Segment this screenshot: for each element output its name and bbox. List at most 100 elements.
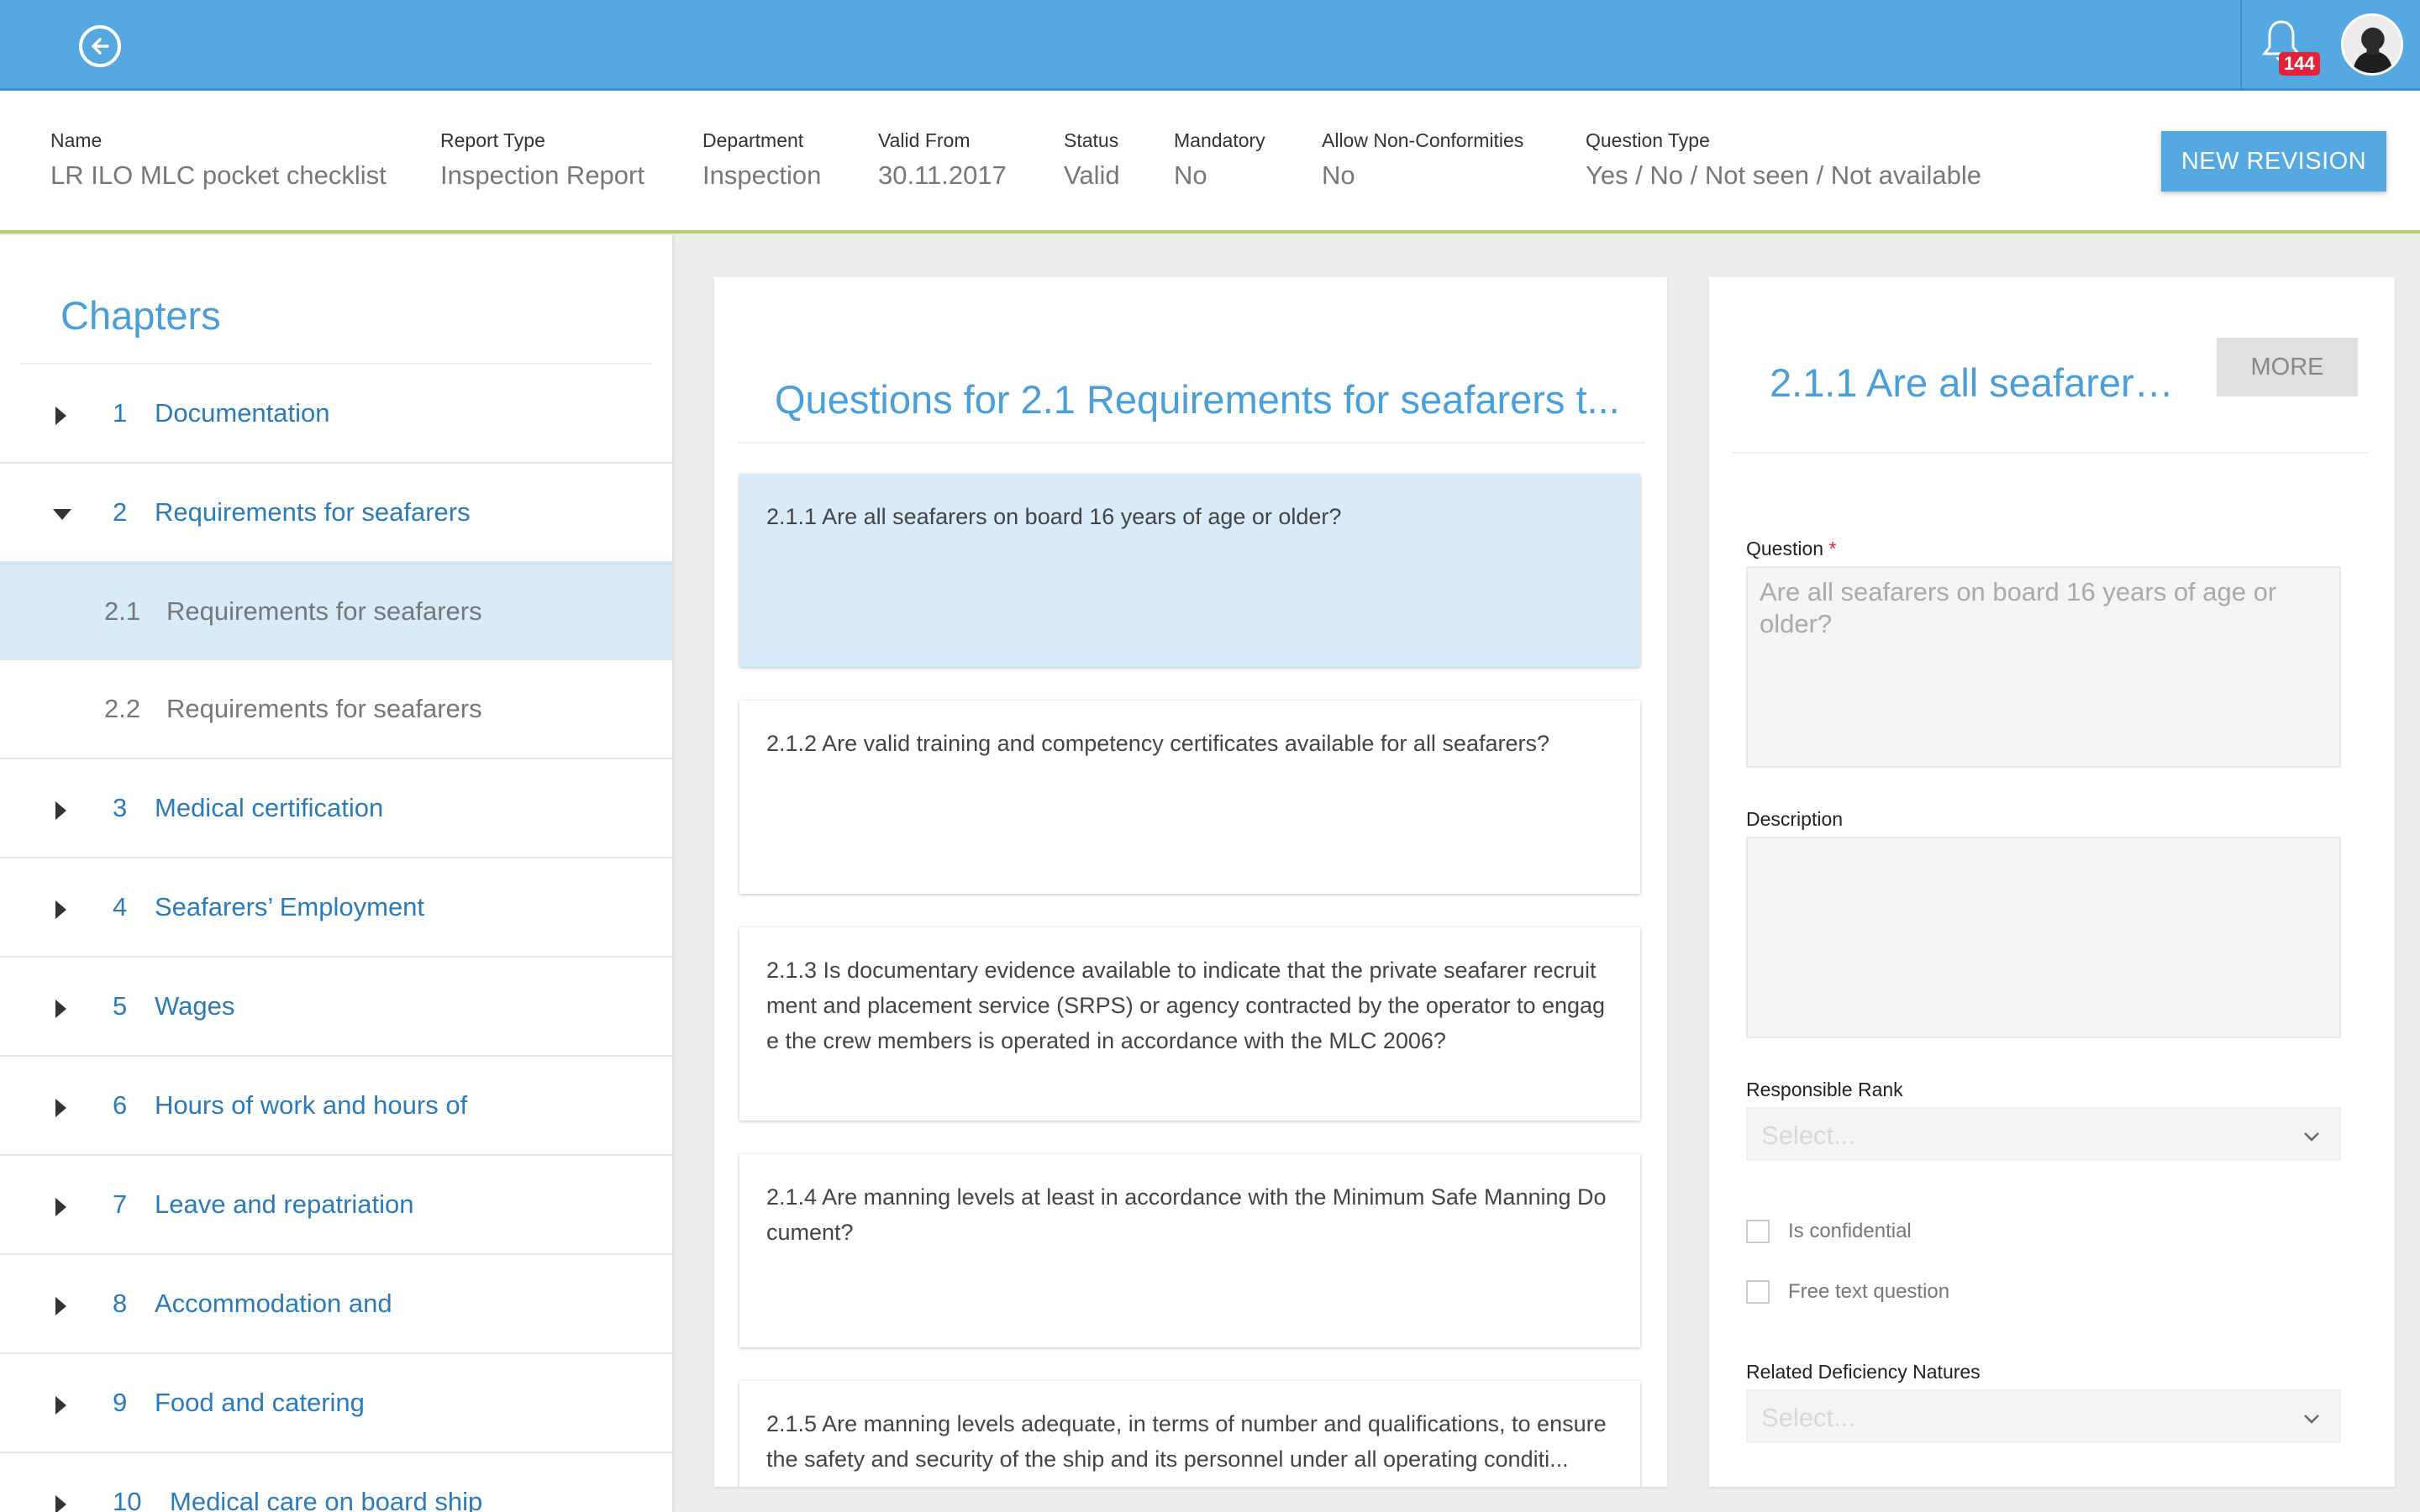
caret-right-icon[interactable] [55,407,66,425]
question-textarea[interactable]: Are all seafarers on board 16 years of a… [1746,566,2341,768]
caret-right-icon[interactable] [55,900,66,919]
info-report-type: Report Type Inspection Report [440,129,644,191]
chapter-item[interactable]: 8 Accommodation and [0,1257,672,1354]
back-arrow-icon[interactable] [79,25,121,67]
info-valid-from: Valid From 30.11.2017 [878,129,1007,191]
chapter-label: Accommodation and [155,1289,392,1318]
subchapter-label: Requirements for seafarers [166,694,482,723]
chapters-title: Chapters [60,293,221,338]
chapter-label: Leave and repatriation [155,1189,414,1219]
info-mandatory: Mandatory No [1174,129,1265,191]
chapter-number: 6 [113,1090,128,1120]
subchapter-item-active[interactable]: 2.1 Requirements for seafarers [0,563,672,660]
chapter-number: 7 [113,1189,128,1219]
chapter-label: Documentation [155,398,330,428]
info-allow-non-conformities: Allow Non-Conformities No [1322,129,1523,191]
divider [20,363,652,365]
is-confidential-checkbox[interactable]: Is confidential [1746,1218,2082,1243]
notifications-button[interactable]: 144 [2260,18,2320,77]
info-label: Question Type [1586,129,1710,151]
info-value: No [1174,160,1207,190]
question-card[interactable]: 2.1.5 Are manning levels adequate, in te… [739,1381,1640,1487]
chevron-down-icon [2304,1415,2319,1424]
caret-right-icon[interactable] [55,1099,66,1117]
topbar-divider [2240,0,2242,88]
divider [738,442,1645,444]
more-button[interactable]: MORE [2217,338,2358,396]
chapter-item[interactable]: 4 Seafarers’ Employment [0,860,672,958]
divider [1733,452,2368,454]
question-card-selected[interactable]: 2.1.1 Are all seafarers on board 16 year… [739,474,1640,667]
chapter-label: Seafarers’ Employment [155,892,425,921]
checkbox-icon[interactable] [1746,1220,1770,1243]
info-label: Status [1064,129,1119,151]
caret-right-icon[interactable] [55,1495,66,1512]
question-text: 2.1.3 Is documentary evidence available … [766,958,1606,1053]
subchapter-number: 2.1 [104,596,141,626]
chapter-number: 2 [113,497,128,527]
question-text: 2.1.2 Are valid training and competency … [766,731,1550,756]
chapter-number: 10 [113,1487,142,1512]
info-value: No [1322,160,1355,190]
info-label: Mandatory [1174,129,1265,151]
checklist-info-bar: Name LR ILO MLC pocket checklist Report … [0,91,2420,234]
chapter-label: Requirements for seafarers [155,497,471,527]
chapter-item[interactable]: 2 Requirements for seafarers [0,465,672,563]
chapter-label: Wages [155,991,235,1021]
chapter-label: Medical certification [155,793,384,822]
chapter-item[interactable]: 10 Medical care on board ship [0,1455,672,1512]
question-text: 2.1.5 Are manning levels adequate, in te… [766,1411,1607,1472]
chapter-number: 9 [113,1388,128,1417]
chapter-label: Food and catering [155,1388,365,1417]
caret-right-icon[interactable] [55,1396,66,1415]
chapter-item[interactable]: 1 Documentation [0,366,672,464]
deficiency-natures-select[interactable]: Select... [1746,1389,2341,1443]
chapter-number: 4 [113,892,128,921]
notification-count-badge: 144 [2279,52,2320,76]
questions-panel: Questions for 2.1 Requirements for seafa… [714,277,1667,1487]
info-label: Department [702,129,804,151]
chapter-number: 3 [113,793,128,822]
chapter-item[interactable]: 5 Wages [0,959,672,1057]
checkbox-icon[interactable] [1746,1280,1770,1304]
caret-right-icon[interactable] [55,1198,66,1216]
caret-right-icon[interactable] [55,1000,66,1018]
free-text-question-checkbox[interactable]: Free text question [1746,1278,2082,1304]
questions-title: Questions for 2.1 Requirements for seafa… [775,377,1620,422]
new-revision-button[interactable]: NEW REVISION [2161,131,2386,192]
caret-right-icon[interactable] [55,801,66,820]
chapter-item[interactable]: 6 Hours of work and hours of [0,1058,672,1156]
responsible-rank-select[interactable]: Select... [1746,1107,2341,1161]
info-value: Yes / No / Not seen / Not available [1586,160,1982,190]
question-text: 2.1.1 Are all seafarers on board 16 year… [766,504,1342,529]
description-textarea[interactable] [1746,837,2341,1038]
caret-right-icon[interactable] [55,1297,66,1315]
info-label: Report Type [440,129,545,151]
info-value: Inspection [702,160,822,190]
top-bar: 144 [0,0,2420,91]
info-label: Valid From [878,129,971,151]
info-name: Name LR ILO MLC pocket checklist [50,129,387,191]
caret-down-icon[interactable] [53,509,71,520]
question-card[interactable]: 2.1.2 Are valid training and competency … [739,701,1640,894]
info-value: 30.11.2017 [878,160,1007,190]
subchapter-item[interactable]: 2.2 Requirements for seafarers [0,662,672,759]
checkbox-label: Free text question [1788,1280,1950,1303]
info-label: Allow Non-Conformities [1322,129,1524,151]
select-placeholder: Select... [1761,1403,1855,1432]
chapter-item[interactable]: 3 Medical certification [0,761,672,858]
question-card[interactable]: 2.1.4 Are manning levels at least in acc… [739,1154,1640,1347]
question-card[interactable]: 2.1.3 Is documentary evidence available … [739,927,1640,1121]
chapter-number: 5 [113,991,128,1021]
chapter-item[interactable]: 7 Leave and repatriation [0,1158,672,1255]
info-question-type: Question Type Yes / No / Not seen / Not … [1586,129,1981,191]
chapter-item[interactable]: 9 Food and catering [0,1356,672,1453]
deficiency-natures-label: Related Deficiency Natures [1746,1361,1981,1383]
chapter-number: 8 [113,1289,128,1318]
chapters-sidebar: Chapters 1 Documentation 2 Requirements … [0,235,672,1512]
info-department: Department Inspection [702,129,821,191]
info-status: Status Valid [1064,129,1120,191]
responsible-rank-label: Responsible Rank [1746,1079,1903,1100]
info-value: Inspection Report [440,160,644,190]
user-avatar[interactable] [2341,13,2403,76]
